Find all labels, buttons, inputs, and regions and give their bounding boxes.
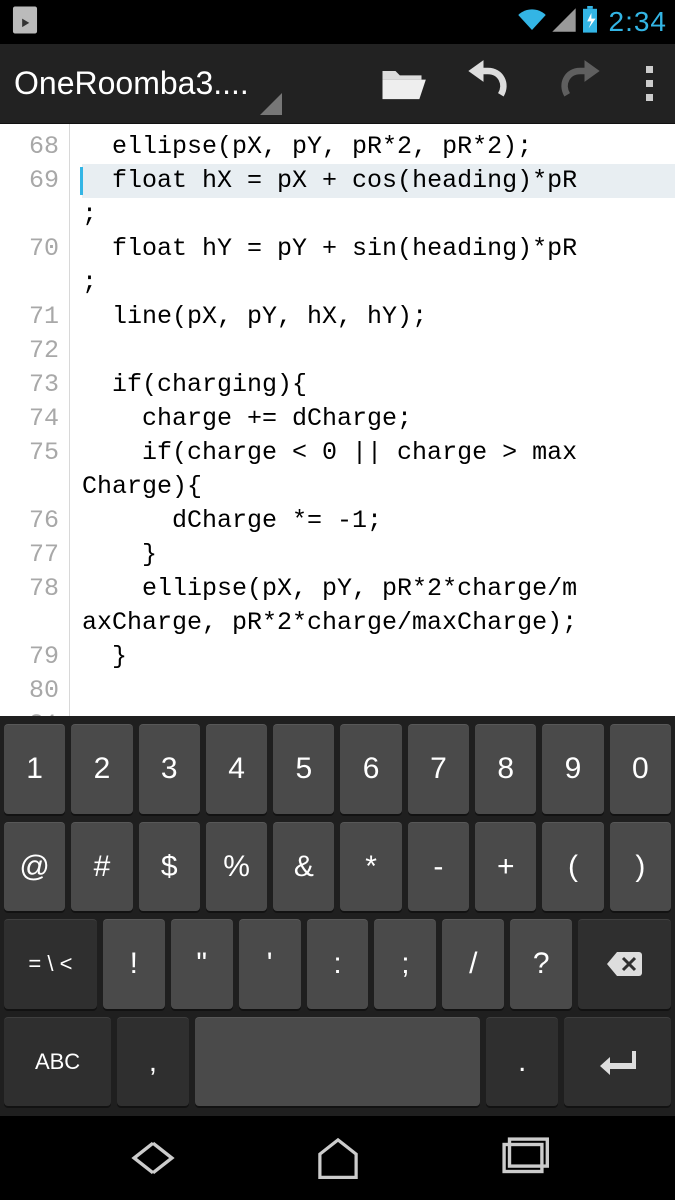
key-num-6[interactable]: 7 (408, 724, 469, 814)
code-line[interactable]: ellipse(pX, pY, pR*2*charge/m (82, 572, 675, 606)
key-backspace[interactable] (578, 919, 671, 1009)
line-number: 80 (0, 674, 59, 708)
line-number: 73 (0, 368, 59, 402)
key-dquote[interactable]: " (171, 919, 233, 1009)
battery-charging-icon (581, 6, 599, 39)
key-sym-8[interactable]: ( (542, 822, 603, 912)
code-line[interactable]: line(pX, pY, hX, hY); (82, 300, 675, 334)
code-line[interactable]: if(charging){ (82, 368, 675, 402)
key-num-9[interactable]: 0 (610, 724, 671, 814)
line-number (0, 266, 59, 300)
key-period[interactable]: . (486, 1017, 557, 1107)
line-number: 72 (0, 334, 59, 368)
overflow-menu-button[interactable] (631, 66, 667, 101)
line-number: 77 (0, 538, 59, 572)
code-line[interactable]: if(charge < 0 || charge > max (82, 436, 675, 470)
line-number (0, 606, 59, 640)
play-store-icon (8, 3, 42, 42)
key-enter[interactable] (564, 1017, 671, 1107)
code-line[interactable]: ; (82, 198, 675, 232)
signal-icon (551, 7, 577, 38)
line-number: 70 (0, 232, 59, 266)
line-number: 74 (0, 402, 59, 436)
key-sym-2[interactable]: $ (139, 822, 200, 912)
code-line[interactable]: ; (82, 266, 675, 300)
code-line[interactable] (82, 708, 675, 716)
line-number: 68 (0, 130, 59, 164)
code-line[interactable]: float hY = pY + sin(heading)*pR (82, 232, 675, 266)
code-line[interactable]: axCharge, pR*2*charge/maxCharge); (82, 606, 675, 640)
system-nav-bar (0, 1116, 675, 1200)
line-number (0, 470, 59, 504)
code-line[interactable]: ellipse(pX, pY, pR*2, pR*2); (82, 130, 675, 164)
redo-button[interactable] (543, 54, 613, 114)
key-num-8[interactable]: 9 (542, 724, 603, 814)
key-num-0[interactable]: 1 (4, 724, 65, 814)
key-sym-4[interactable]: & (273, 822, 334, 912)
key-sym-6[interactable]: - (408, 822, 469, 912)
line-number: 79 (0, 640, 59, 674)
key-sym-5[interactable]: * (340, 822, 401, 912)
key-question[interactable]: ? (510, 919, 572, 1009)
line-number: 71 (0, 300, 59, 334)
key-slash[interactable]: / (442, 919, 504, 1009)
open-folder-button[interactable] (367, 54, 437, 114)
code-line[interactable]: dCharge *= -1; (82, 504, 675, 538)
code-line[interactable]: float hX = pX + cos(heading)*pR (82, 164, 675, 198)
code-line[interactable]: } (82, 538, 675, 572)
key-num-5[interactable]: 6 (340, 724, 401, 814)
key-squote[interactable]: ' (239, 919, 301, 1009)
code-line[interactable]: } (82, 640, 675, 674)
key-excl[interactable]: ! (103, 919, 165, 1009)
status-time: 2:34 (609, 6, 668, 38)
line-number: 78 (0, 572, 59, 606)
key-space[interactable] (195, 1017, 481, 1107)
wifi-icon (517, 7, 547, 38)
line-number: 69 (0, 164, 59, 198)
key-num-7[interactable]: 8 (475, 724, 536, 814)
key-mode-abc[interactable]: ABC (4, 1017, 111, 1107)
key-colon[interactable]: : (307, 919, 369, 1009)
undo-button[interactable] (455, 54, 525, 114)
key-sym-0[interactable]: @ (4, 822, 65, 912)
app-bar: OneRoomba3.... (0, 44, 675, 124)
nav-recent-button[interactable] (483, 1128, 563, 1188)
line-number (0, 198, 59, 232)
key-sym-7[interactable]: + (475, 822, 536, 912)
key-sym-1[interactable]: # (71, 822, 132, 912)
code-line[interactable]: charge += dCharge; (82, 402, 675, 436)
key-symbols-shift[interactable]: = \ < (4, 919, 97, 1009)
key-num-1[interactable]: 2 (71, 724, 132, 814)
line-number: 81 (0, 708, 59, 716)
code-line[interactable]: Charge){ (82, 470, 675, 504)
code-line[interactable] (82, 674, 675, 708)
nav-back-button[interactable] (113, 1128, 193, 1188)
key-num-4[interactable]: 5 (273, 724, 334, 814)
key-semicolon[interactable]: ; (374, 919, 436, 1009)
nav-home-button[interactable] (298, 1128, 378, 1188)
line-number: 76 (0, 504, 59, 538)
code-line[interactable] (82, 334, 675, 368)
code-editor[interactable]: 6869 70 7172737475 767778 798081 ellipse(pX,… (0, 124, 675, 716)
line-number-gutter: 6869 70 7172737475 767778 798081 (0, 124, 70, 716)
code-area[interactable]: ellipse(pX, pY, pR*2, pR*2); float hX = … (70, 124, 675, 716)
app-title: OneRoomba3.... (14, 65, 264, 102)
key-sym-3[interactable]: % (206, 822, 267, 912)
line-number: 75 (0, 436, 59, 470)
status-bar: 2:34 (0, 0, 675, 44)
key-comma[interactable]: , (117, 1017, 188, 1107)
key-sym-9[interactable]: ) (610, 822, 671, 912)
key-num-3[interactable]: 4 (206, 724, 267, 814)
text-cursor (80, 167, 83, 195)
spinner-corner-icon (260, 93, 282, 115)
soft-keyboard: 1234567890 @#$%&*-+() = \ < ! " ' : ; / … (0, 716, 675, 1116)
key-num-2[interactable]: 3 (139, 724, 200, 814)
